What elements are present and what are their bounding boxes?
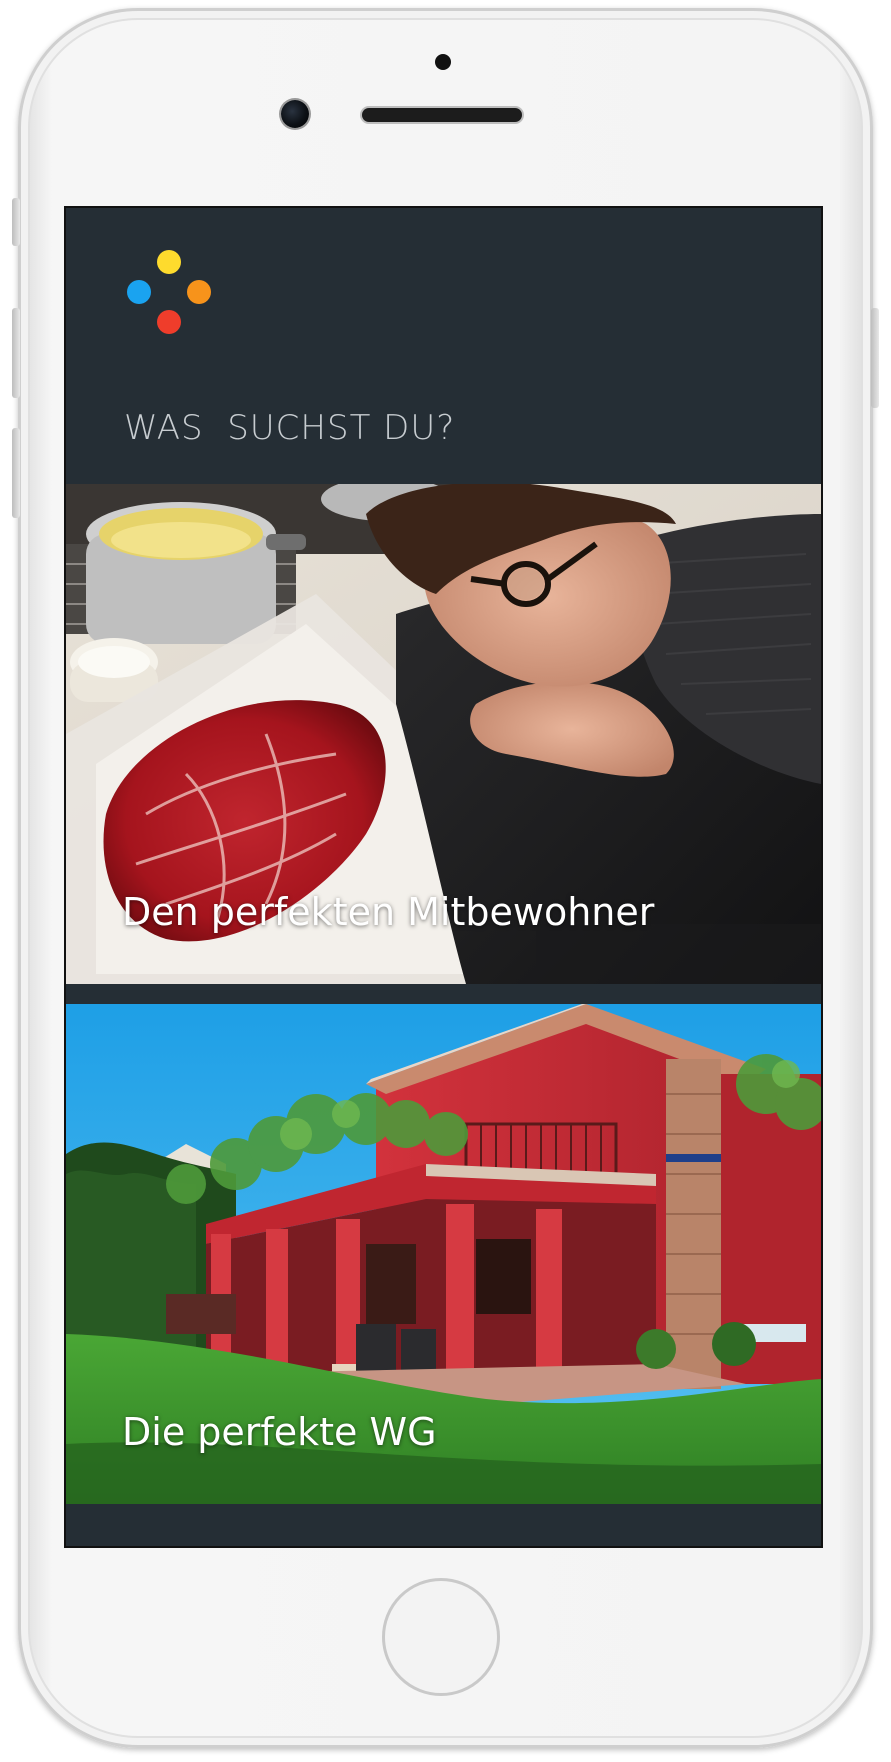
home-button[interactable]: [382, 1578, 500, 1696]
card-roommate[interactable]: Den perfekten Mitbewohner: [66, 484, 821, 984]
silent-switch: [12, 198, 20, 246]
card-label-shared-flat: Die perfekte WG: [122, 1410, 437, 1454]
power-button: [871, 308, 879, 408]
earpiece-speaker: [362, 108, 522, 122]
volume-down-button: [12, 428, 20, 518]
page-title: WAS SUCHST DU?: [124, 408, 456, 448]
app-screen: WAS SUCHST DU? Den perfekten Mitbewohner…: [64, 206, 823, 1548]
logo-dot-orange: [187, 280, 211, 304]
card-shared-flat[interactable]: Die perfekte WG: [66, 1004, 821, 1504]
volume-up-button: [12, 308, 20, 398]
logo-dot-blue: [127, 280, 151, 304]
proximity-sensor: [435, 54, 451, 70]
app-logo: [124, 248, 214, 338]
logo-dot-yellow: [157, 250, 181, 274]
front-camera: [281, 100, 309, 128]
card-label-roommate: Den perfekten Mitbewohner: [122, 890, 655, 934]
logo-dot-red: [157, 310, 181, 334]
